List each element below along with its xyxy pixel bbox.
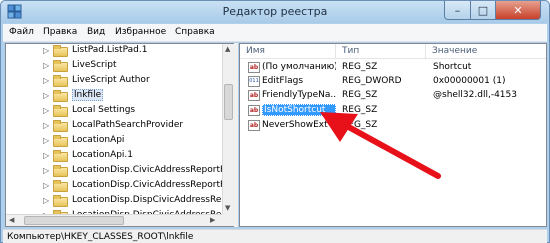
tree-item[interactable]: ▷ LocationDisp.CivicAddressReportFacto — [6, 179, 233, 194]
scroll-right-icon[interactable]: ▶ — [210, 216, 215, 224]
folder-icon — [53, 135, 68, 147]
menu-view[interactable]: Вид — [87, 27, 105, 37]
column-header-name[interactable]: Имя — [240, 44, 336, 59]
scroll-thumb[interactable] — [224, 84, 233, 120]
value-data: Shortcut — [433, 62, 472, 72]
folder-icon — [53, 90, 68, 102]
value-name: NeverShowExt — [262, 120, 328, 130]
scroll-up-icon[interactable]: ▲ — [225, 45, 230, 53]
tree-item[interactable]: ▷ LiveScript — [6, 59, 233, 74]
values-list[interactable]: Имя Тип Значение ab (По умолчанию) REG_S… — [239, 43, 547, 227]
string-value-icon: ab — [248, 120, 260, 131]
expand-arrow-icon[interactable]: ▷ — [43, 121, 49, 130]
tree-item[interactable]: ▷ LocalPathSearchProvider — [6, 119, 233, 134]
folder-icon — [53, 165, 68, 177]
scroll-left-icon[interactable]: ◀ — [9, 216, 14, 224]
maximize-button[interactable]: □ — [470, 1, 496, 20]
string-value-icon: ab — [248, 105, 260, 116]
status-path: Компьютер\HKEY_CLASSES_ROOT\lnkfile — [7, 232, 194, 242]
scrollbar-corner — [222, 214, 234, 226]
tree-item[interactable]: ▷ LocationDisp.DispCivicAddressReport — [6, 194, 233, 209]
string-value-icon: ab — [248, 90, 260, 101]
folder-icon — [53, 60, 68, 72]
tree-item[interactable]: ▷ LocationApi.1 — [6, 149, 233, 164]
scroll-thumb[interactable] — [24, 216, 124, 225]
tree-item-label: LiveScript Author — [72, 75, 150, 85]
dword-value-icon: 011 — [248, 76, 260, 87]
tree-item[interactable]: ▷ LocationApi — [6, 134, 233, 149]
value-name: (По умолчанию) — [262, 62, 336, 72]
folder-icon — [53, 120, 68, 132]
column-header-value[interactable]: Значение — [426, 44, 546, 59]
folder-icon — [53, 75, 68, 87]
tree-item-label: LocationDisp.DispCivicAddressReport — [72, 195, 234, 205]
list-row-isnotshortcut[interactable]: ab IsNotShortcut REG_SZ — [240, 104, 546, 118]
list-row[interactable]: ab NeverShowExt REG_SZ — [240, 119, 546, 133]
value-name: FriendlyTypeNa... — [262, 90, 336, 100]
column-header-type[interactable]: Тип — [336, 44, 426, 59]
value-type: REG_SZ — [342, 105, 378, 115]
tree-item-label: Local Settings — [72, 105, 136, 115]
expand-arrow-icon[interactable]: ▷ — [43, 136, 49, 145]
registry-tree[interactable]: ▷ ListPad.ListPad.1 ▷ LiveScript ▷ LiveS… — [5, 43, 234, 227]
menu-help[interactable]: Справка — [175, 27, 215, 37]
string-value-icon: ab — [248, 62, 260, 73]
expand-arrow-icon[interactable]: ▷ — [43, 76, 49, 85]
close-button[interactable]: ✕ — [495, 1, 541, 20]
tree-item-label: LocationApi — [72, 135, 125, 145]
tree-item-label: LiveScript — [72, 60, 117, 70]
list-row[interactable]: ab FriendlyTypeNa... REG_SZ @shell32.dll… — [240, 89, 546, 103]
value-name: EditFlags — [262, 76, 304, 86]
expand-arrow-icon[interactable]: ▷ — [43, 91, 49, 100]
value-type: REG_SZ — [342, 120, 378, 130]
expand-arrow-icon[interactable]: ▷ — [43, 46, 49, 55]
tree-item-lnkfile[interactable]: ▷ lnkfile — [6, 89, 233, 104]
expand-arrow-icon[interactable]: ▷ — [43, 196, 49, 205]
expand-arrow-icon[interactable]: ▷ — [43, 61, 49, 70]
value-type: REG_DWORD — [342, 76, 402, 86]
folder-icon — [53, 150, 68, 162]
list-row[interactable]: 011 EditFlags REG_DWORD 0x00000001 (1) — [240, 75, 546, 89]
title-bar[interactable]: Редактор реестра – □ ✕ — [1, 1, 549, 23]
scroll-down-icon[interactable]: ▼ — [225, 204, 230, 212]
value-data: @shell32.dll,-4153 — [433, 90, 517, 100]
expand-arrow-icon[interactable]: ▷ — [43, 181, 49, 190]
tree-item[interactable]: ▷ ListPad.ListPad.1 — [6, 44, 233, 59]
value-type: REG_SZ — [342, 90, 378, 100]
tree-item-label: LocationDisp.CivicAddressReportFacto — [72, 180, 234, 190]
list-row[interactable]: ab (По умолчанию) REG_SZ Shortcut — [240, 61, 546, 75]
folder-icon — [53, 195, 68, 207]
pane-splitter[interactable] — [234, 43, 238, 227]
folder-icon — [53, 105, 68, 117]
expand-arrow-icon[interactable]: ▷ — [43, 106, 49, 115]
menu-favorites[interactable]: Избранное — [115, 27, 166, 37]
tree-item[interactable]: ▷ LiveScript Author — [6, 74, 233, 89]
menu-bar: Файл Правка Вид Избранное Справка — [3, 24, 547, 42]
menu-file[interactable]: Файл — [9, 27, 34, 37]
tree-item-label: LocationDisp.CivicAddressReportFacto — [72, 165, 234, 175]
expand-arrow-icon[interactable]: ▷ — [43, 166, 49, 175]
expand-arrow-icon[interactable]: ▷ — [43, 151, 49, 160]
tree-horizontal-scrollbar[interactable]: ◀ ▶ — [6, 214, 222, 226]
tree-item-label: lnkfile — [72, 89, 104, 101]
value-name: IsNotShortcut — [262, 104, 336, 116]
tree-item-label: LocationApi.1 — [72, 150, 134, 160]
folder-icon — [53, 45, 68, 57]
tree-item-label: LocalPathSearchProvider — [72, 120, 184, 130]
tree-item[interactable]: ▷ Local Settings — [6, 104, 233, 119]
menu-edit[interactable]: Правка — [43, 27, 77, 37]
status-bar: Компьютер\HKEY_CLASSES_ROOT\lnkfile — [3, 229, 547, 243]
tree-vertical-scrollbar[interactable]: ▲ ▼ — [222, 44, 234, 214]
minimize-button[interactable]: – — [444, 1, 471, 20]
tree-item[interactable]: ▷ LocationDisp.CivicAddressReportFacto — [6, 164, 233, 179]
tree-item-label: ListPad.ListPad.1 — [72, 45, 148, 55]
value-data: 0x00000001 (1) — [433, 76, 506, 86]
list-header: Имя Тип Значение — [240, 44, 546, 59]
folder-icon — [53, 180, 68, 192]
registry-editor-window: Редактор реестра – □ ✕ Файл Правка Вид И… — [0, 0, 550, 243]
value-type: REG_SZ — [342, 62, 378, 72]
